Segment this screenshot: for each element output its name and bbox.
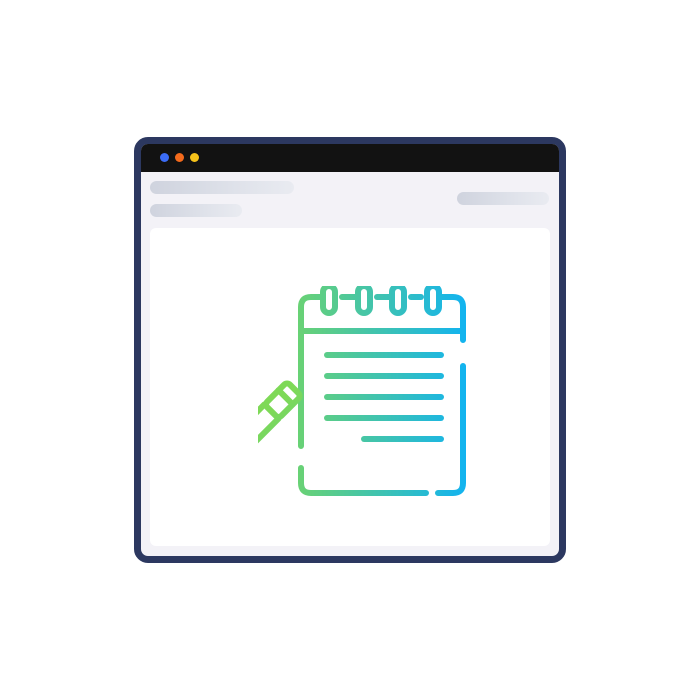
window-dot-orange[interactable] <box>175 153 184 162</box>
action-skeleton <box>457 192 549 205</box>
window-dot-yellow[interactable] <box>190 153 199 162</box>
content-panel <box>150 228 550 546</box>
subtitle-skeleton <box>150 204 242 217</box>
spiral-ring <box>355 286 373 316</box>
app-stage <box>0 0 700 700</box>
notepad-outline <box>298 294 326 449</box>
window-titlebar <box>141 144 559 172</box>
browser-window <box>134 137 566 563</box>
pencil-icon <box>258 380 303 476</box>
title-skeleton <box>150 181 294 194</box>
spiral-ring <box>424 286 442 316</box>
spiral-ring <box>320 286 338 316</box>
window-dot-blue[interactable] <box>160 153 169 162</box>
spiral-ring <box>389 286 407 316</box>
notepad-with-pencil-icon <box>258 286 466 496</box>
